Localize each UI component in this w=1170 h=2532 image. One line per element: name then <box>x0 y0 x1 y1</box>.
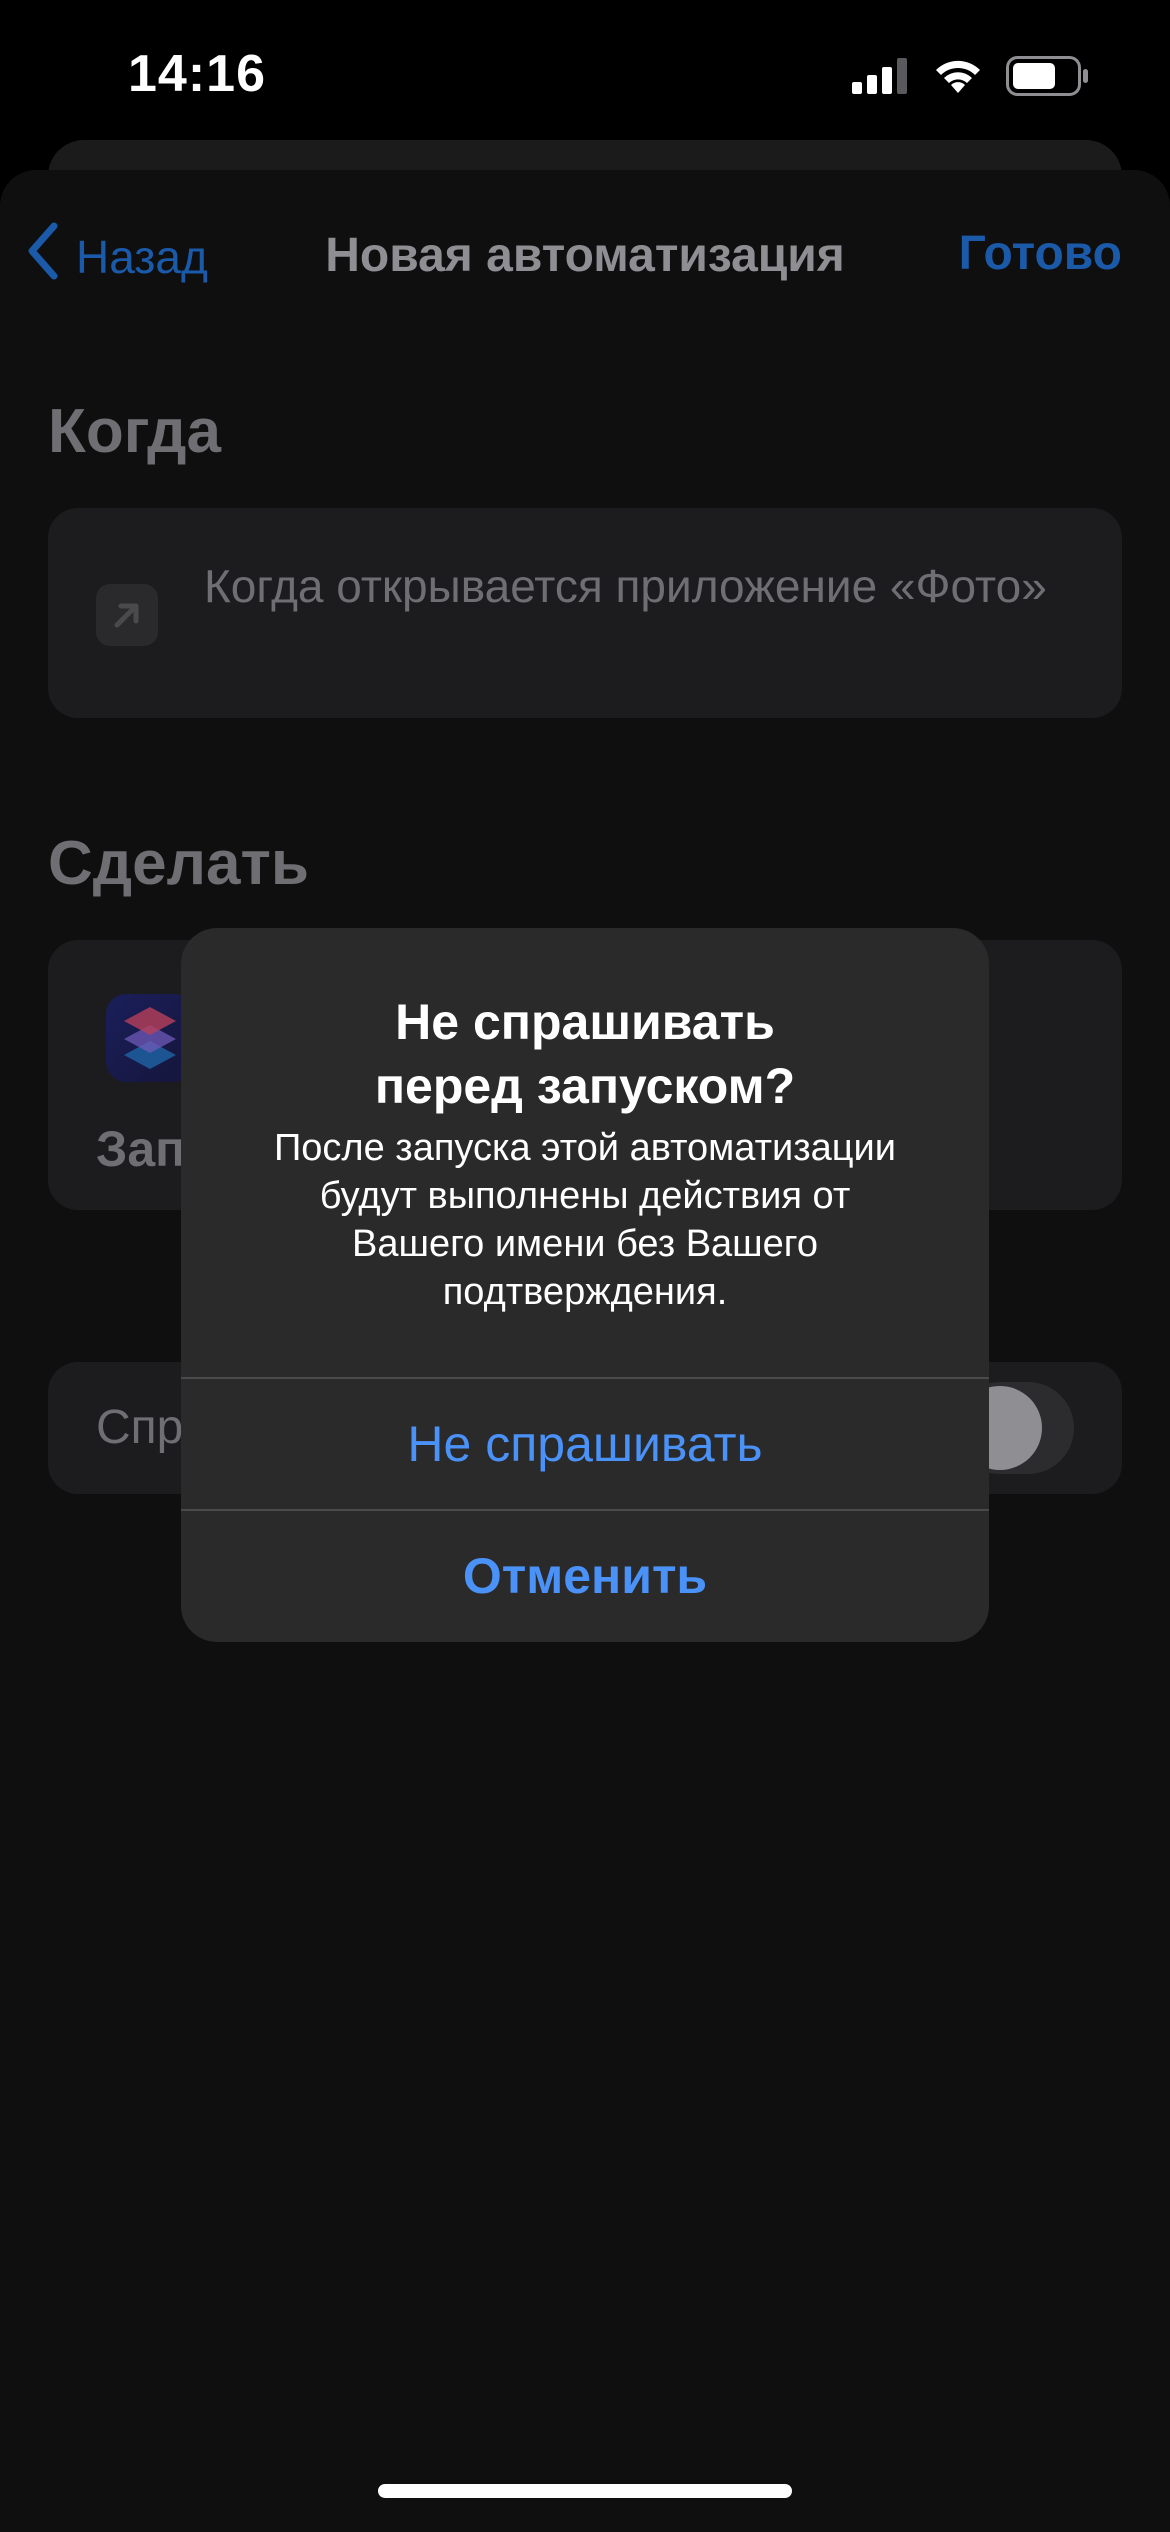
cancel-button[interactable]: Отменить <box>181 1511 989 1641</box>
alert-title: Не спрашивать перед запуском? <box>221 990 949 1118</box>
status-bar: 14:16 <box>0 0 1170 150</box>
trigger-card[interactable]: Когда открывается приложение «Фото» <box>48 508 1122 718</box>
alert-message: После запуска этой автоматизации будут в… <box>237 1124 933 1316</box>
trigger-text: Когда открывается приложение «Фото» <box>204 560 1047 612</box>
alert-message-line: После запуска этой автоматизации <box>273 1127 897 1169</box>
done-button[interactable]: Готово <box>959 226 1122 281</box>
alert-dialog: Не спрашивать перед запуском? После запу… <box>181 928 989 1642</box>
home-indicator[interactable] <box>378 2484 792 2498</box>
cellular-signal-icon <box>852 58 910 99</box>
alert-message-line: подтверждения. <box>442 1271 728 1313</box>
action-label: Зап <box>96 1121 186 1177</box>
navigation-bar: Назад Новая автоматизация Готово <box>0 170 1170 340</box>
alert-message-line: Вашего имени без Вашего <box>352 1223 818 1265</box>
wifi-icon <box>932 57 984 100</box>
battery-icon <box>1006 56 1090 101</box>
alert-title-line: перед запуском? <box>374 1058 796 1114</box>
dont-ask-button[interactable]: Не спрашивать <box>181 1379 989 1509</box>
alert-message-line: будут выполнены действия от <box>319 1175 851 1217</box>
section-title-when: Когда <box>48 397 222 466</box>
screen: 14:16 Назад Новая автоматизация Готово К… <box>0 0 1170 2532</box>
open-app-arrow-icon <box>96 584 158 646</box>
status-icons <box>852 56 1090 101</box>
ask-before-running-label: Спр <box>96 1401 184 1454</box>
section-title-do: Сделать <box>48 829 309 898</box>
alert-title-line: Не спрашивать <box>395 994 775 1050</box>
status-time: 14:16 <box>128 45 266 103</box>
